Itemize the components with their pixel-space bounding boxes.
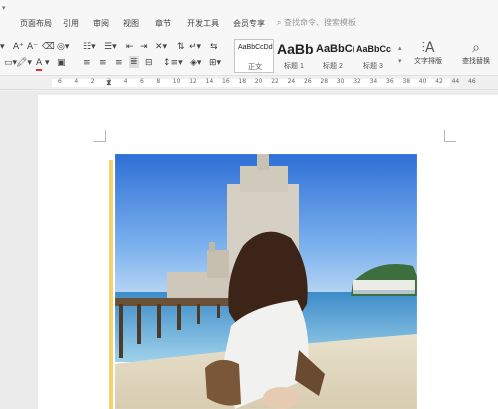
ruler-tick-label: 26 (304, 78, 312, 85)
ruler-tick-label: 40 (418, 78, 427, 85)
style-normal[interactable]: AaBbCcDd 正文 (234, 39, 274, 73)
ruler-tick-label: 34 (369, 78, 378, 85)
style-heading-3-preview: AaBbCc (356, 44, 392, 54)
horizontal-ruler[interactable]: 6 4 2 2 4 6 8 10 12 14 16 18 20 22 24 26 28 30 32 34 36 38 40 4… (0, 76, 498, 90)
char-border-icon[interactable]: ▣ (57, 57, 66, 69)
menu-item-review[interactable]: 审阅 (93, 18, 109, 29)
photo-image (115, 154, 417, 409)
menu-item-page-layout[interactable]: 页面布局 (20, 18, 52, 29)
style-normal-label: 正文 (248, 64, 262, 71)
align-right-icon[interactable]: ≡ (115, 57, 123, 69)
text-layout-button[interactable]: ⫶A 文字排版 (410, 40, 446, 66)
shading-icon[interactable]: ◈▾ (190, 57, 201, 69)
style-scroll-down-icon[interactable]: ▾ (398, 55, 402, 67)
inserted-photo[interactable] (115, 154, 417, 409)
increase-font-icon[interactable]: A⁺ (13, 41, 24, 53)
style-heading-1[interactable]: AaBb 标题 1 (277, 39, 315, 73)
justify-icon[interactable]: ≣ (129, 56, 139, 68)
style-scroll-up-icon[interactable]: ▴ (398, 42, 402, 54)
text-layout-icon: ⫶A (421, 40, 435, 56)
ruler-tick-label: 24 (287, 78, 296, 85)
indent-marker-icon[interactable]: ⧗ (106, 77, 112, 89)
menu-item-references[interactable]: 引用 (63, 18, 79, 29)
ruler-tick-label: 4 (74, 78, 79, 85)
ruler-tick-label: 4 (123, 78, 128, 85)
clear-format-icon[interactable]: ⌫ (42, 41, 55, 53)
yellow-margin-line (109, 160, 113, 409)
align-center-icon[interactable]: ≡ (99, 57, 107, 69)
ruler-tick-label: 38 (402, 78, 411, 85)
ruler-tick-label: 2 (90, 78, 95, 85)
ruler-tick-label: 32 (353, 78, 361, 85)
ruler-tick-label: 6 (58, 78, 62, 85)
line-spacing-icon[interactable]: ↕≡▾ (163, 57, 183, 69)
decrease-font-icon[interactable]: A⁻ (27, 41, 38, 53)
numbered-list-icon[interactable]: ☰▾ (104, 41, 117, 53)
ruler-tick-label: 36 (386, 78, 394, 85)
highlight-icon[interactable]: 🖍▾ (16, 57, 32, 69)
style-heading-1-label: 标题 1 (284, 63, 304, 70)
menu-bar: ▾ 页面布局 引用 审阅 视图 章节 开发工具 会员专享 ⌕ 查找命令、搜索模板 (0, 0, 498, 34)
document-editor: ▾ 页面布局 引用 审阅 视图 章节 开发工具 会员专享 ⌕ 查找命令、搜索模板… (0, 0, 498, 409)
spacing-icon[interactable]: ⇆ (210, 41, 218, 53)
style-heading-2[interactable]: AaBbC( 标题 2 (316, 39, 354, 73)
search-placeholder: 查找命令、搜索模板 (284, 18, 357, 27)
ruler-tick-label: 28 (320, 78, 329, 85)
magnifier-icon: ⌕ (472, 40, 480, 56)
bullet-list-icon[interactable]: ☷▾ (83, 41, 96, 53)
style-heading-2-label: 标题 2 (323, 63, 343, 70)
ruler-tick-label: 30 (336, 78, 345, 85)
distributed-icon[interactable]: ⊟ (145, 57, 153, 69)
menu-item-developer[interactable]: 开发工具 (187, 18, 219, 29)
menu-item-member[interactable]: 会员专享 (233, 18, 265, 29)
ruler-tick-label: 12 (189, 78, 197, 85)
style-normal-preview: AaBbCcDd (238, 44, 273, 51)
show-marks-icon[interactable]: ↵▾ (189, 41, 201, 53)
ruler-tick-label: 6 (140, 78, 144, 85)
text-layout-label: 文字排版 (414, 57, 442, 65)
phonetic-icon[interactable]: ◎▾ (57, 41, 69, 53)
font-color-icon[interactable]: A (36, 57, 43, 71)
ruler-tick-label: 20 (254, 78, 263, 85)
sort-icon[interactable]: ⇅ (177, 41, 185, 53)
menu-dropdown-arrow-icon[interactable]: ▾ (2, 4, 6, 12)
search-icon: ⌕ (277, 18, 285, 27)
font-size-dropdown-icon[interactable]: ▾ (0, 41, 5, 53)
ruler-tick-label: 42 (435, 78, 443, 85)
margin-corner-top-left (94, 130, 106, 142)
increase-indent-icon[interactable]: ⇥ (140, 41, 148, 53)
ruler-tick-label: 14 (205, 78, 214, 85)
ruler-tick-label: 18 (238, 78, 247, 85)
chinese-layout-icon[interactable]: ✕▾ (155, 41, 167, 53)
find-replace-button[interactable]: ⌕ 查找替换 (456, 40, 496, 66)
ruler-tick-label: 46 (468, 78, 476, 85)
menu-item-view[interactable]: 视图 (123, 18, 139, 29)
search-command-field[interactable]: ⌕ 查找命令、搜索模板 (277, 17, 356, 28)
ruler-tick-label: 10 (172, 78, 181, 85)
margin-corner-top-right (444, 130, 456, 142)
style-heading-3-label: 标题 3 (363, 63, 383, 70)
ruler-tick-label: 22 (271, 78, 279, 85)
find-replace-label: 查找替换 (462, 57, 490, 65)
align-left-icon[interactable]: ≡ (83, 57, 91, 69)
style-heading-3[interactable]: AaBbCc 标题 3 (356, 39, 396, 73)
style-heading-1-preview: AaBb (277, 41, 314, 57)
borders-icon[interactable]: ⊞▾ (209, 57, 221, 69)
ruler-tick-label: 16 (222, 78, 230, 85)
style-heading-2-preview: AaBbC( (316, 43, 354, 55)
decrease-indent-icon[interactable]: ⇤ (126, 41, 134, 53)
ruler-tick-label: 44 (451, 78, 460, 85)
menu-item-chapter[interactable]: 章节 (155, 18, 171, 29)
ruler-tick-label: 8 (156, 78, 161, 85)
font-color-dropdown-icon[interactable]: ▾ (45, 57, 50, 69)
